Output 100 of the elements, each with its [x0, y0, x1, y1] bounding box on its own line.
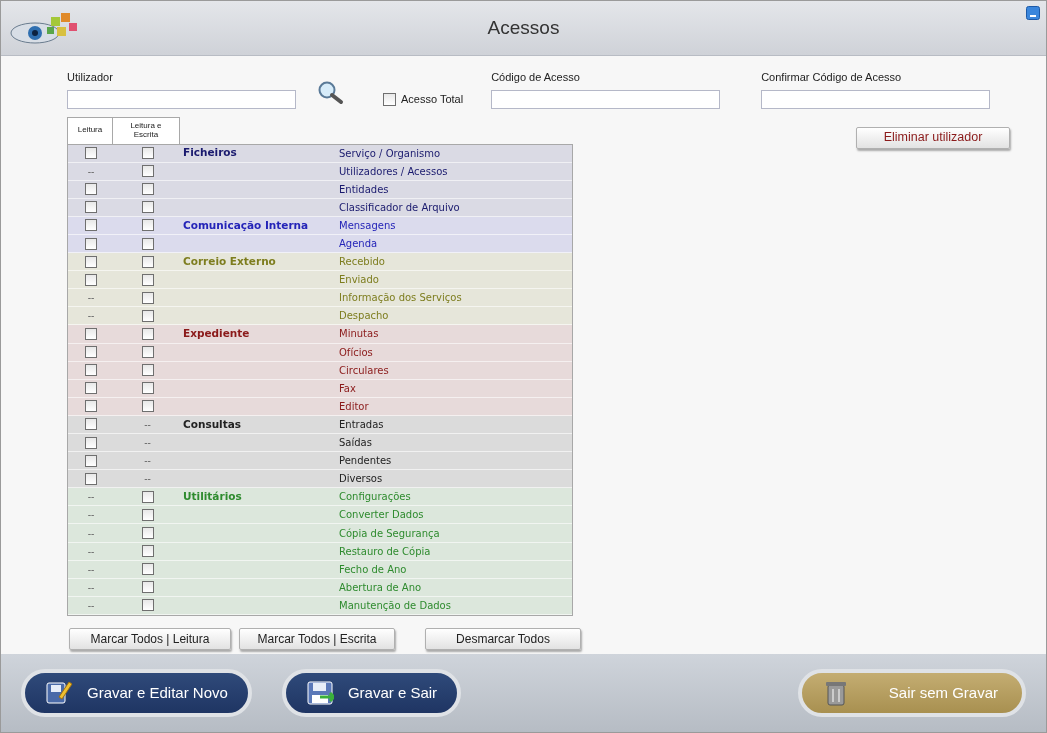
checkbox[interactable] — [85, 328, 97, 340]
permission-item: Configurações — [339, 491, 411, 503]
save-button[interactable]: Gravar e Editar Novo — [21, 669, 252, 717]
permission-item: Fecho de Ano — [339, 563, 407, 575]
checkbox[interactable] — [141, 273, 154, 286]
checkbox[interactable] — [141, 255, 154, 268]
checkbox[interactable] — [141, 219, 154, 232]
group-label: Expediente — [183, 327, 250, 340]
dash-text: -- — [87, 490, 95, 505]
column-header: Leitura e Escrita — [113, 116, 180, 144]
checkbox[interactable] — [141, 328, 154, 340]
permission-item: Diversos — [339, 473, 383, 485]
save-button[interactable]: Gravar e Sair — [281, 669, 462, 717]
checkbox[interactable] — [85, 237, 97, 250]
checkbox[interactable] — [141, 183, 154, 196]
checkbox[interactable] — [85, 400, 97, 413]
checkbox[interactable] — [85, 183, 97, 196]
dash-text: -- — [87, 526, 95, 541]
group-label: Consultas — [183, 417, 242, 430]
checkbox[interactable] — [141, 490, 154, 503]
permission-item: Manutenção de Dados — [339, 599, 451, 611]
permission-item: Serviço / Organismo — [339, 147, 441, 159]
checkbox[interactable] — [85, 454, 97, 467]
permission-item: Entradas — [339, 418, 384, 430]
checkbox[interactable] — [141, 508, 154, 521]
permission-item: Despacho — [339, 310, 389, 322]
permission-item: Utilizadores / Acessos — [339, 165, 448, 177]
minimize-button[interactable] — [1026, 6, 1040, 20]
checkbox[interactable] — [85, 255, 97, 268]
dash-text: -- — [87, 309, 95, 324]
permission-item: Recebido — [339, 256, 385, 268]
confirm-code-input-field[interactable] — [761, 89, 991, 109]
checkbox[interactable] — [85, 219, 97, 232]
checkbox[interactable] — [141, 309, 154, 322]
checkbox[interactable] — [383, 93, 396, 106]
field-label: Código de Acesso — [491, 70, 581, 85]
user-input-field[interactable] — [67, 89, 296, 109]
checkbox[interactable] — [141, 364, 154, 377]
permission-item: Classificador de Arquivo — [339, 201, 460, 213]
dash-text: -- — [87, 544, 95, 559]
group-label: Correio Externo — [183, 254, 276, 267]
checkbox[interactable] — [85, 147, 97, 160]
permission-item: Entidades — [339, 183, 389, 195]
permission-item: Minutas — [339, 328, 379, 340]
permission-item: Fax — [339, 382, 356, 394]
group-label: Ficheiros — [183, 146, 237, 159]
checkbox[interactable] — [85, 273, 97, 286]
permission-item: Abertura de Ano — [339, 581, 422, 593]
permission-item: Editor — [339, 400, 369, 412]
checkbox[interactable] — [85, 418, 97, 431]
select-button[interactable]: Marcar Todos | Leitura — [69, 627, 231, 650]
select-button[interactable]: Marcar Todos | Escrita — [239, 627, 395, 650]
checkbox[interactable] — [141, 581, 154, 594]
permission-item: Enviado — [339, 274, 379, 286]
permission-item: Agenda — [339, 238, 378, 249]
checkbox[interactable] — [141, 400, 154, 413]
dash-text: -- — [87, 580, 95, 595]
permission-item: Pendentes — [339, 455, 392, 467]
checkbox[interactable] — [141, 291, 154, 304]
checkbox[interactable] — [141, 545, 154, 558]
column-header: Leitura — [67, 116, 113, 144]
group-label: Comunicação Interna — [183, 218, 309, 231]
checkbox-label: Acesso Total — [401, 92, 464, 108]
code-input-field[interactable] — [491, 89, 721, 109]
checkbox[interactable] — [85, 472, 97, 485]
dash-text: -- — [87, 164, 95, 179]
checkbox[interactable] — [85, 436, 97, 449]
checkbox[interactable] — [141, 165, 154, 178]
permission-item: Informação dos Serviços — [339, 292, 462, 304]
checkbox[interactable] — [85, 382, 97, 395]
checkbox[interactable] — [141, 599, 154, 612]
checkbox[interactable] — [141, 382, 154, 395]
permission-item: Cópia de Segurança — [339, 527, 440, 539]
checkbox[interactable] — [141, 237, 154, 250]
window-title: Acessos — [487, 15, 560, 40]
checkbox[interactable] — [141, 201, 154, 214]
permission-item: Converter Dados — [339, 509, 424, 521]
checkbox[interactable] — [85, 364, 97, 377]
dash-text: -- — [87, 562, 95, 577]
field-label: Utilizador — [67, 70, 114, 85]
permission-item: Circulares — [339, 364, 389, 376]
search-icon[interactable] — [317, 81, 345, 105]
group-label: Utilitários — [183, 489, 242, 502]
checkbox[interactable] — [141, 527, 154, 539]
checkbox[interactable] — [141, 346, 154, 359]
checkbox[interactable] — [141, 563, 154, 576]
dash-text: -- — [87, 291, 95, 306]
field-label: Confirmar Código de Acesso — [761, 70, 903, 85]
checkbox[interactable] — [85, 201, 97, 214]
checkbox[interactable] — [85, 346, 97, 359]
edit-document-icon — [45, 679, 73, 707]
dash-text: -- — [87, 598, 95, 613]
dash-text: -- — [87, 508, 95, 523]
select-button[interactable]: Desmarcar Todos — [425, 627, 581, 650]
dash-text: -- — [144, 454, 151, 469]
delete-user-button[interactable]: Eliminar utilizador — [856, 126, 1010, 149]
dash-text: -- — [144, 417, 151, 432]
dash-text: -- — [144, 472, 151, 487]
checkbox[interactable] — [141, 147, 154, 160]
permission-item: Mensagens — [339, 219, 396, 231]
